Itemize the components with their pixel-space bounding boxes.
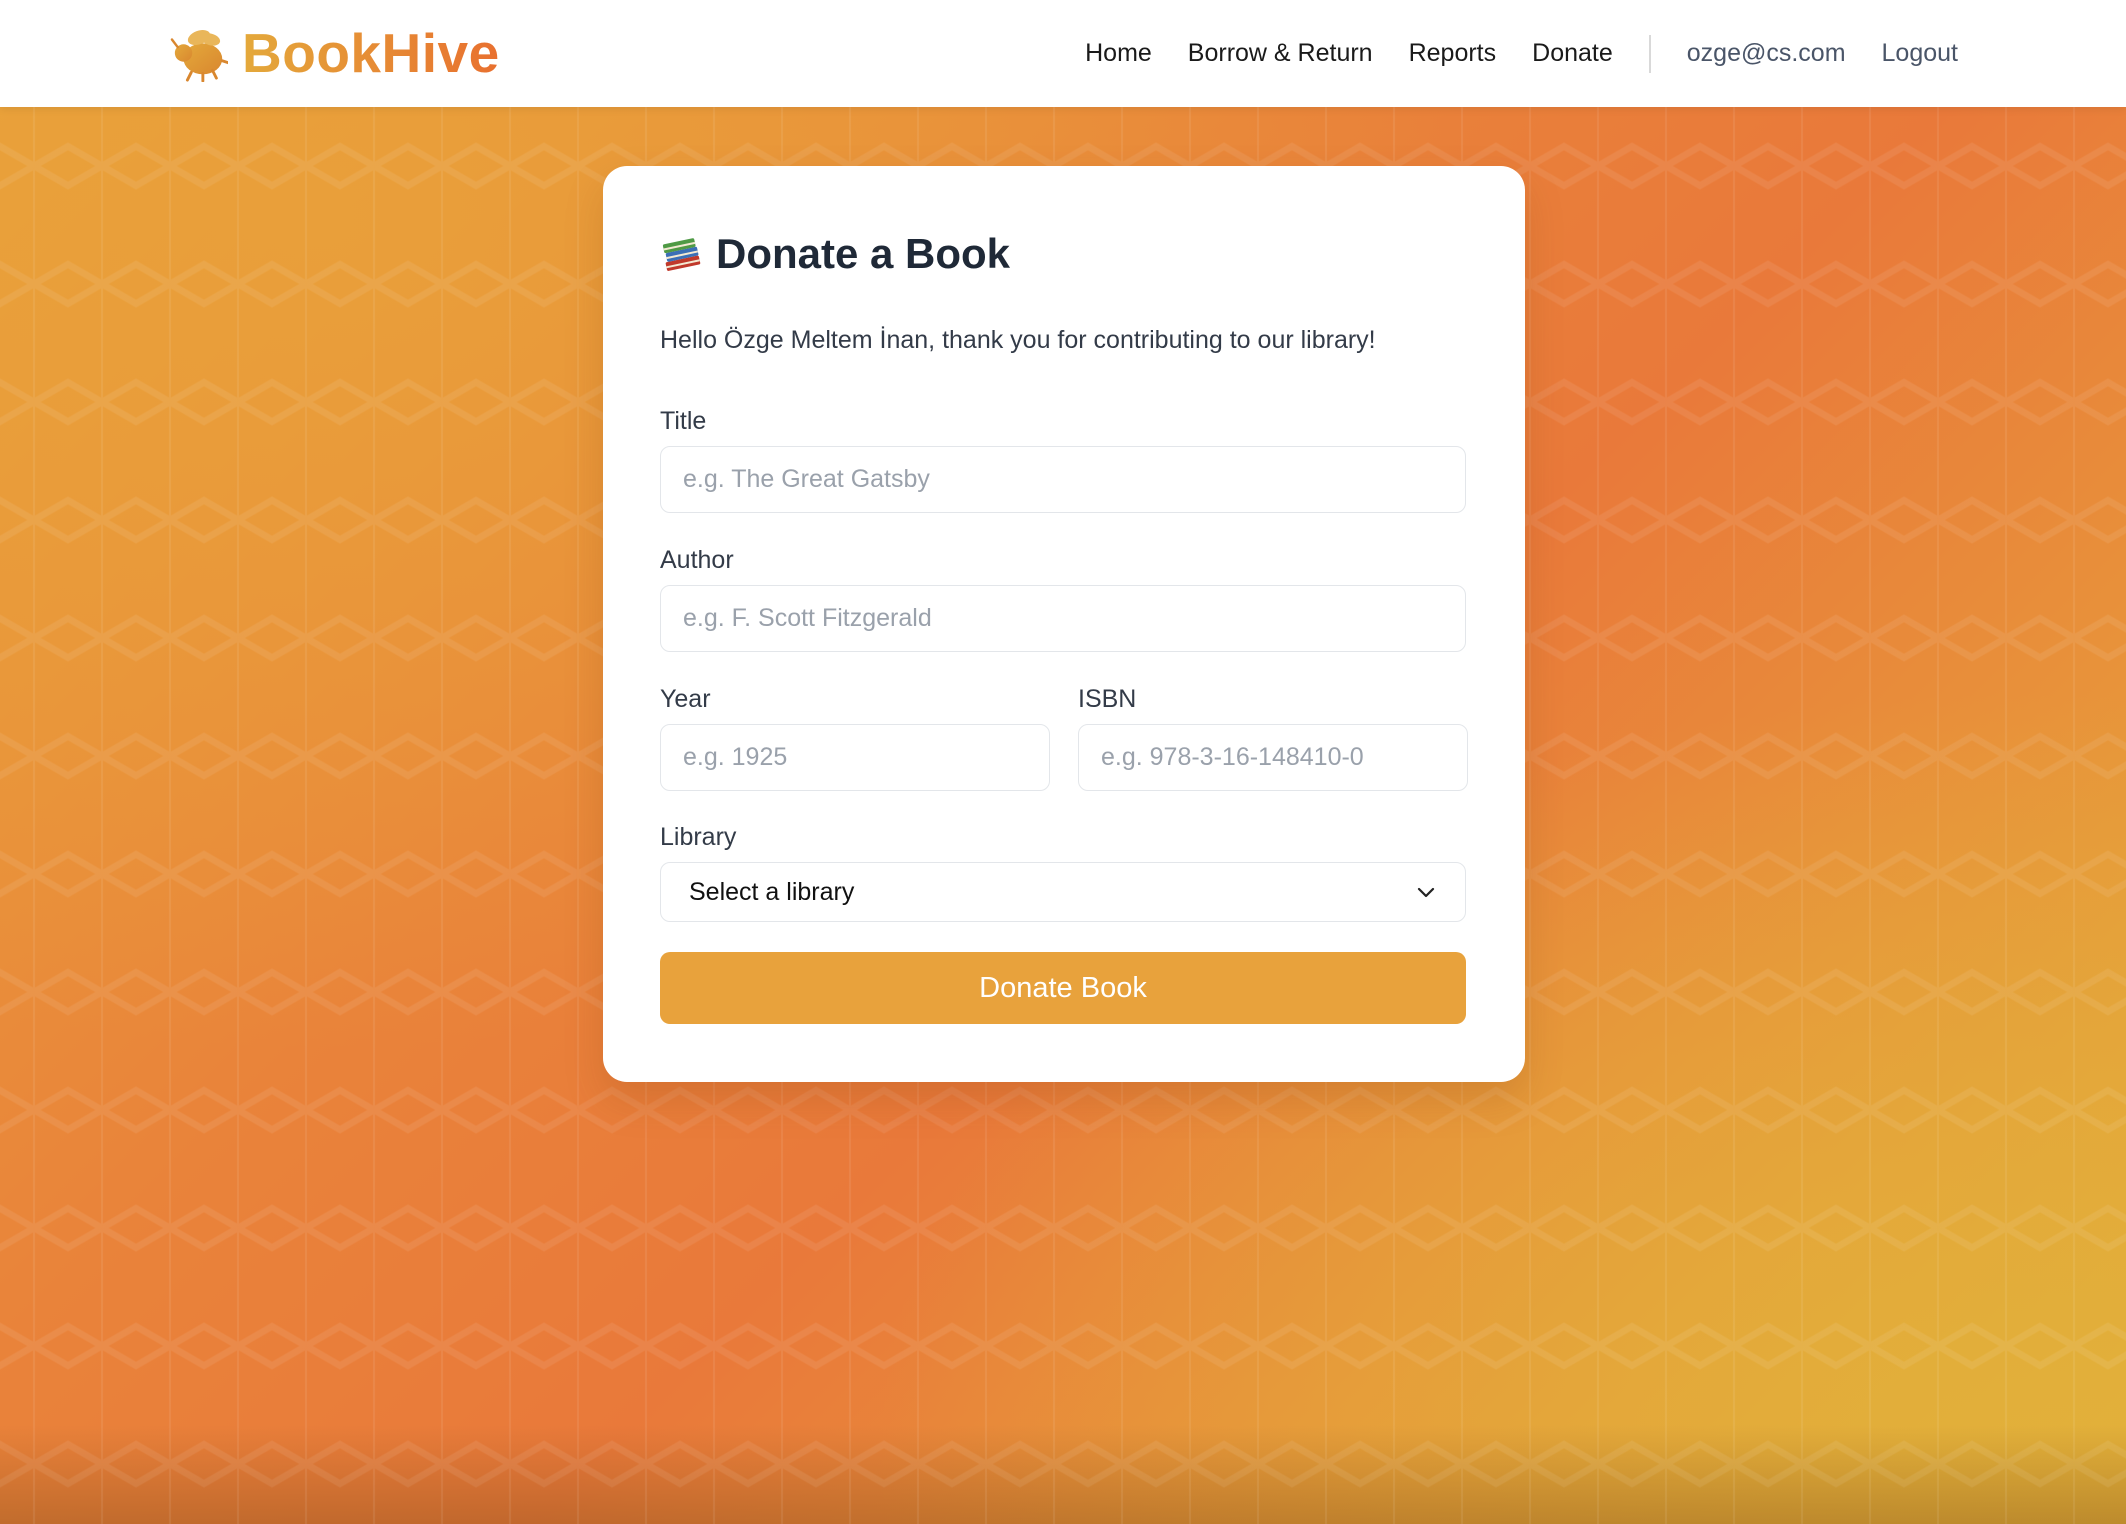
donate-form-card: Donate a Book Hello Özge Meltem İnan, th… (603, 166, 1525, 1082)
author-label: Author (660, 546, 734, 574)
year-input[interactable] (660, 724, 1050, 791)
brand-logo[interactable]: BookHive (170, 22, 500, 84)
title-label: Title (660, 407, 707, 435)
brand-name: BookHive (242, 22, 500, 84)
donate-book-button[interactable]: Donate Book (660, 952, 1466, 1024)
nav-reports-link[interactable]: Reports (1409, 39, 1497, 68)
nav-home-link[interactable]: Home (1085, 39, 1152, 68)
isbn-input[interactable] (1078, 724, 1468, 791)
page-title: Donate a Book (660, 224, 1010, 284)
nav-divider (1648, 34, 1651, 73)
nav-borrow-return-link[interactable]: Borrow & Return (1188, 39, 1373, 68)
logout-link[interactable]: Logout (1882, 39, 1958, 68)
isbn-label: ISBN (1078, 685, 1137, 713)
title-input[interactable] (660, 446, 1466, 513)
author-input[interactable] (660, 585, 1466, 652)
page-title-text: Donate a Book (716, 230, 1011, 277)
bee-icon (170, 30, 228, 82)
greeting-text: Hello Özge Meltem İnan, thank you for co… (660, 326, 1376, 354)
books-icon (662, 238, 701, 271)
nav-links: Home Borrow & Return Reports Donate ozge… (1085, 0, 1958, 107)
user-email-link[interactable]: ozge@cs.com (1687, 39, 1846, 68)
top-navbar: BookHive Home Borrow & Return Reports Do… (0, 0, 2126, 107)
year-label: Year (660, 685, 711, 713)
chevron-down-icon (1417, 887, 1435, 898)
nav-donate-link[interactable]: Donate (1532, 39, 1613, 68)
library-select-value: Select a library (689, 877, 855, 906)
library-label: Library (660, 823, 737, 851)
library-select[interactable]: Select a library (660, 862, 1466, 922)
